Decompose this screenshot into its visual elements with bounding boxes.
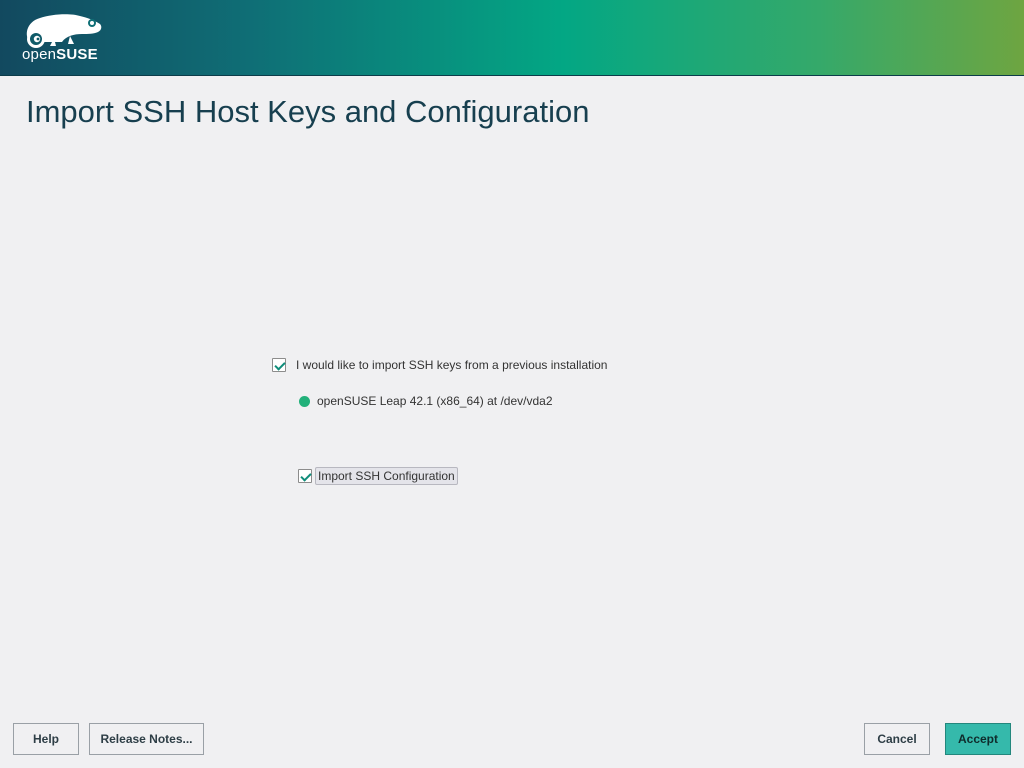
import-keys-option[interactable]: I would like to import SSH keys from a p…: [272, 358, 607, 372]
import-keys-label[interactable]: I would like to import SSH keys from a p…: [296, 358, 607, 372]
release-notes-button[interactable]: Release Notes...: [89, 723, 204, 755]
cancel-button[interactable]: Cancel: [864, 723, 930, 755]
import-keys-checkbox[interactable]: [272, 358, 286, 372]
header-banner: openSUSE: [0, 0, 1024, 76]
installation-option[interactable]: openSUSE Leap 42.1 (x86_64) at /dev/vda2: [299, 394, 553, 408]
installation-label[interactable]: openSUSE Leap 42.1 (x86_64) at /dev/vda2: [317, 394, 553, 408]
import-config-label[interactable]: Import SSH Configuration: [315, 467, 458, 485]
installation-radio[interactable]: [299, 395, 310, 407]
logo-text: openSUSE: [22, 46, 98, 63]
import-config-checkbox[interactable]: [298, 469, 312, 483]
import-config-option[interactable]: Import SSH Configuration: [298, 467, 458, 485]
page-title: Import SSH Host Keys and Configuration: [26, 94, 590, 129]
opensuse-logo: openSUSE: [22, 12, 104, 64]
accept-button[interactable]: Accept: [945, 723, 1011, 755]
help-button[interactable]: Help: [13, 723, 79, 755]
